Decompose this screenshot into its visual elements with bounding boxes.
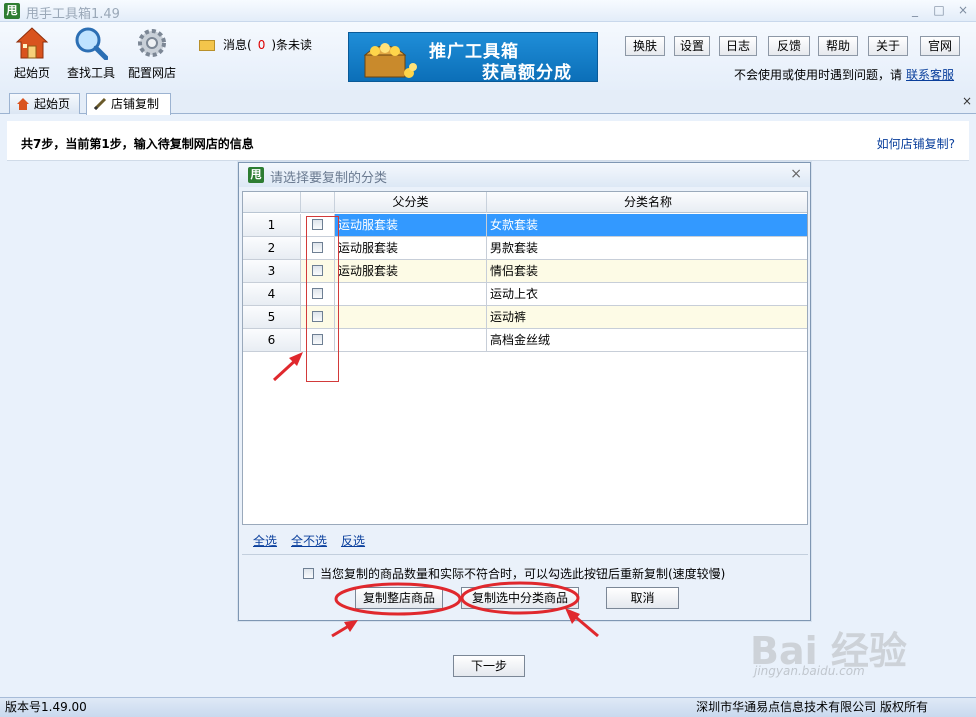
tab-shop-copy[interactable]: 店铺复制: [86, 93, 171, 115]
slow-recopy-label: 当您复制的商品数量和实际不符合时，可以勾选此按钮后重新复制(速度较慢): [320, 567, 726, 581]
grid-header: 父分类 分类名称: [243, 192, 807, 213]
app-logo-icon: 甩: [4, 3, 20, 19]
category-name-cell: 女款套装: [487, 214, 807, 236]
slow-recopy-option[interactable]: 当您复制的商品数量和实际不符合时，可以勾选此按钮后重新复制(速度较慢): [303, 565, 725, 582]
row-number: 1: [243, 214, 301, 236]
tool-config-label: 配置网店: [127, 66, 176, 80]
settings-button[interactable]: 设置: [674, 36, 710, 56]
header-parent-category: 父分类: [335, 192, 487, 213]
category-name-cell: 运动上衣: [490, 287, 539, 301]
parent-category-cell: [335, 329, 487, 351]
parent-category-cell: 运动服套装: [335, 237, 487, 259]
row-number: 3: [243, 260, 301, 282]
status-bar: 版本号1.49.00 深圳市华通易点信息技术有限公司 版权所有: [0, 697, 976, 717]
message-prefix: 消息(: [223, 38, 252, 52]
tool-find-label: 查找工具: [66, 66, 115, 80]
dialog-close-button[interactable]: ×: [790, 166, 802, 182]
tab-strip: 起始页 店铺复制: [0, 90, 976, 115]
tool-find-button[interactable]: 查找工具: [62, 26, 120, 81]
category-name-cell: 高档金丝绒: [490, 333, 551, 347]
pencil-icon: [93, 97, 107, 111]
header-corner: [243, 192, 301, 213]
select-all-link[interactable]: 全选: [253, 534, 277, 548]
parent-category-cell: 运动服套装: [335, 260, 487, 282]
parent-category-cell: [335, 306, 487, 328]
window-title: 甩手工具箱1.49: [26, 7, 120, 22]
envelope-icon: [199, 40, 215, 51]
category-grid: 父分类 分类名称 1 运动服套装 女款套装 2 运动服套装 男款套装 3 运动服套装 情侣套装 4…: [242, 191, 808, 525]
howto-link[interactable]: 如何店铺复制?: [877, 135, 955, 152]
tab-start-page[interactable]: 起始页: [9, 93, 80, 114]
log-button[interactable]: 日志: [719, 36, 757, 56]
copy-whole-shop-button[interactable]: 复制整店商品: [355, 587, 443, 609]
watermark-url: jingyan.baidu.com: [754, 664, 865, 678]
category-name-cell: 男款套装: [490, 241, 539, 255]
row-number: 2: [243, 237, 301, 259]
tool-home-label: 起始页: [13, 66, 50, 80]
maximize-button[interactable]: □: [930, 2, 948, 18]
feedback-button[interactable]: 反馈: [768, 36, 810, 56]
invert-selection-link[interactable]: 反选: [341, 534, 365, 548]
promo-banner[interactable]: 推广工具箱 获高额分成: [348, 32, 598, 82]
skin-button[interactable]: 换肤: [625, 36, 665, 56]
contact-support-link[interactable]: 联系客服: [906, 68, 954, 82]
about-button[interactable]: 关于: [868, 36, 908, 56]
header-check: [301, 192, 335, 213]
help-button[interactable]: 帮助: [818, 36, 858, 56]
checkbox-column-highlight: [306, 216, 339, 382]
message-suffix: )条未读: [271, 38, 313, 52]
version-text: 版本号1.49.00: [5, 700, 87, 714]
magnifier-icon: [75, 27, 108, 60]
dialog-app-icon: 甩: [248, 167, 264, 183]
treasure-chest-icon: [363, 43, 417, 78]
dialog-title-bar: 甩 请选择要复制的分类 ×: [239, 163, 810, 187]
row-number: 5: [243, 306, 301, 328]
close-window-button[interactable]: ×: [954, 2, 972, 18]
parent-category-cell: [335, 283, 487, 305]
step-header: 共7步，当前第1步，输入待复制网店的信息 如何店铺复制?: [7, 121, 969, 161]
home-icon: [15, 27, 49, 59]
parent-category-cell: 运动服套装: [335, 214, 487, 236]
message-link[interactable]: 消息( 0 )条未读: [199, 36, 312, 53]
step-text: 共7步，当前第1步，输入待复制网店的信息: [21, 137, 254, 151]
row-number: 4: [243, 283, 301, 305]
divider: [242, 554, 808, 555]
baidu-jingyan-watermark: Bai 经验 jingyan.baidu.com: [750, 620, 960, 690]
slow-recopy-checkbox[interactable]: [303, 568, 314, 579]
category-name-cell: 情侣套装: [487, 260, 807, 282]
tool-home-button[interactable]: 起始页: [3, 26, 61, 81]
row-number: 6: [243, 329, 301, 351]
gear-icon: [138, 29, 166, 57]
category-name-cell: 运动裤: [487, 306, 807, 328]
header-category-name: 分类名称: [623, 195, 672, 209]
tab-start-label: 起始页: [34, 97, 71, 111]
next-step-button[interactable]: 下一步: [453, 655, 525, 677]
minimize-button[interactable]: _: [906, 2, 924, 18]
tab-shop-copy-label: 店铺复制: [111, 97, 160, 111]
cancel-button[interactable]: 取消: [606, 587, 679, 609]
tool-config-shop-button[interactable]: 配置网店: [123, 26, 181, 81]
main-toolbar: 起始页 查找工具 配置网店 消息( 0 )条未读 推广工具箱 获高额分成 换肤 设置…: [0, 22, 976, 90]
copy-selected-categories-button[interactable]: 复制选中分类商品: [461, 587, 579, 609]
title-bar: 甩 甩手工具箱1.49 _ □ ×: [0, 0, 976, 22]
select-category-dialog: 甩 请选择要复制的分类 × 父分类 分类名称 1 运动服套装 女款套装 2 运动服套装男…: [238, 162, 811, 621]
help-note: 不会使用或使用时遇到问题，请 联系客服: [734, 66, 954, 83]
tab-close-icon[interactable]: ×: [962, 94, 972, 108]
select-none-link[interactable]: 全不选: [291, 534, 327, 548]
help-note-text: 不会使用或使用时遇到问题，请: [734, 68, 903, 82]
banner-line2: 获高额分成: [482, 63, 572, 82]
unread-count: 0: [257, 38, 266, 52]
website-button[interactable]: 官网: [920, 36, 960, 56]
home-icon: [17, 98, 29, 110]
copyright-text: 深圳市华通易点信息技术有限公司 版权所有: [696, 700, 928, 714]
selection-links: 全选 全不选 反选: [253, 532, 379, 549]
dialog-title: 请选择要复制的分类: [270, 171, 388, 186]
